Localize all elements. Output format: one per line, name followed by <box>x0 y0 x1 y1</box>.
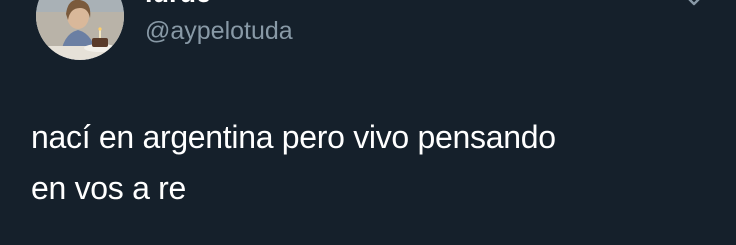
avatar[interactable] <box>36 0 124 60</box>
author-display-name[interactable]: lurue <box>145 0 211 9</box>
avatar-image <box>36 0 124 60</box>
tweet-text-line: en vos a re <box>31 170 187 206</box>
tweet-card: lurue @aypelotuda nací en argentina pero… <box>0 0 736 245</box>
chevron-down-icon <box>688 0 700 6</box>
more-options-button[interactable] <box>680 0 708 14</box>
tweet-text: nací en argentina pero vivo pensando en … <box>31 112 711 214</box>
author-handle[interactable]: @aypelotuda <box>145 17 293 46</box>
tweet-text-line: nací en argentina pero vivo pensando <box>31 119 556 155</box>
